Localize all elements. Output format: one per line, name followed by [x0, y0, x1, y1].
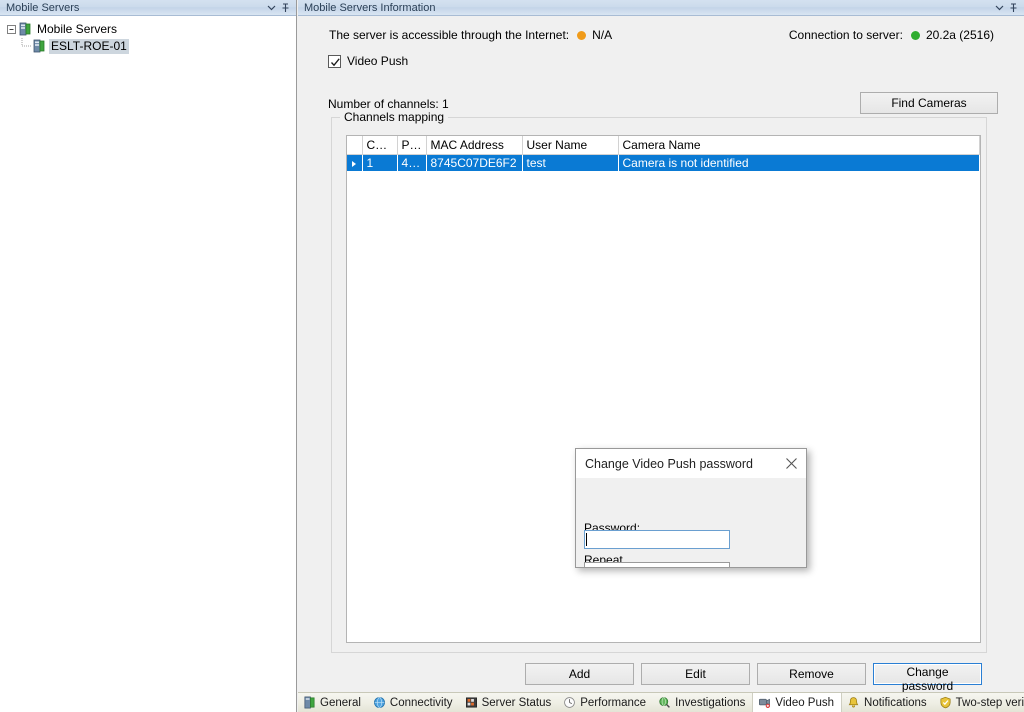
repeat-password-input[interactable] [584, 562, 730, 567]
channels-mapping-groupbox: Channels mapping Chan Port MAC Address U… [331, 110, 987, 653]
status-grid-icon [465, 697, 477, 708]
row-marker-icon [352, 160, 357, 167]
shield-icon [940, 696, 951, 709]
tab-investigations-label: Investigations [675, 696, 746, 709]
video-push-label: Video Push [347, 54, 409, 68]
connection-to-server-label: Connection to server: [788, 28, 903, 42]
tab-notifications[interactable]: Notifications [842, 693, 934, 712]
server-icon [19, 22, 31, 36]
tab-connectivity-label: Connectivity [389, 696, 453, 709]
checkmark-icon [331, 57, 340, 66]
tab-video-push-label: Video Push [775, 696, 835, 709]
table-header-row: Chan Port MAC Address User Name Camera N… [347, 136, 980, 155]
tab-notifications-label: Notifications [864, 696, 927, 709]
cell-user-name: test [522, 154, 619, 171]
dialog-title: Change Video Push password [585, 456, 753, 471]
column-header-rowselect[interactable] [347, 136, 363, 155]
gauge-icon [564, 697, 576, 708]
left-panel-caption-bar: Mobile Servers [0, 0, 296, 16]
cell-port: 400... [397, 154, 427, 171]
dialog-title-bar: Change Video Push password [576, 449, 806, 478]
tab-video-push[interactable]: Video Push [752, 693, 843, 712]
change-password-button[interactable]: Change password [873, 663, 982, 693]
video-push-icon [759, 698, 771, 708]
tab-two-step-verification[interactable]: Two-step verification [934, 693, 1024, 712]
internet-status-dot-icon [577, 30, 587, 40]
channels-mapping-title: Channels mapping [340, 110, 449, 124]
edit-button[interactable]: Edit [641, 663, 750, 685]
magnify-globe-icon [659, 697, 671, 708]
connection-status-dot-icon [910, 30, 920, 40]
pin-icon[interactable] [278, 1, 292, 15]
server-icon [33, 39, 45, 53]
bell-icon [848, 697, 859, 708]
tree-node-root-label: Mobile Servers [37, 21, 118, 36]
tree-node-server[interactable]: ESLT-ROE-01 [4, 38, 296, 54]
password-input[interactable] [584, 530, 730, 549]
tab-two-step-verification-label: Two-step verification [955, 696, 1024, 709]
tab-connectivity[interactable]: Connectivity [368, 693, 460, 712]
channels-table: Chan Port MAC Address User Name Camera N… [347, 136, 980, 171]
mobile-servers-tree[interactable]: Mobile Servers ESLT-ROE-01 [0, 16, 296, 54]
internet-accessibility-value: N/A [592, 28, 613, 42]
main-panel-body: The server is accessible through the Int… [298, 17, 1024, 693]
connection-to-server-status: Connection to server: 20.2a (2516) [789, 28, 994, 42]
row-marker-cell [347, 154, 363, 171]
globe-icon [373, 697, 385, 708]
column-header-user-name[interactable]: User Name [522, 136, 619, 155]
tab-investigations[interactable]: Investigations [653, 693, 752, 712]
tab-general-label: General [320, 696, 361, 709]
column-header-camera-name[interactable]: Camera Name [618, 136, 980, 155]
tree-elbow-icon [18, 38, 32, 54]
chevron-down-icon[interactable] [264, 1, 278, 15]
application-window: Mobile Servers Mobile Servers ESLT-ROE-0… [0, 0, 1024, 712]
add-button[interactable]: Add [525, 663, 634, 685]
main-panel-caption-bar: Mobile Servers Information [298, 0, 1024, 16]
find-cameras-button[interactable]: Find Cameras [860, 92, 998, 114]
table-row[interactable]: 1 400... 8745C07DE6F2 test Camera is not… [347, 154, 980, 171]
tree-node-server-label: ESLT-ROE-01 [49, 38, 129, 54]
text-caret [586, 533, 587, 546]
tab-performance-label: Performance [580, 696, 647, 709]
expander-collapse-icon[interactable] [4, 22, 18, 36]
tab-server-status[interactable]: Server Status [460, 693, 559, 712]
internet-accessibility-label: The server is accessible through the Int… [329, 28, 570, 42]
internet-accessibility-status: The server is accessible through the Int… [329, 28, 612, 42]
mobile-servers-information-panel: Mobile Servers Information The server is… [298, 0, 1024, 712]
number-of-channels-text: Number of channels: 1 [328, 97, 449, 111]
tab-performance[interactable]: Performance [558, 693, 653, 712]
bottom-tab-strip: General Connectivity Server Status Perfo… [298, 692, 1024, 712]
action-buttons-bar: Add Edit Remove Change password [525, 663, 989, 693]
chevron-down-icon[interactable] [992, 1, 1006, 15]
change-video-push-password-dialog: Change Video Push password Password: Rep… [575, 448, 807, 568]
column-header-channel[interactable]: Chan [362, 136, 398, 155]
column-header-port[interactable]: Port [397, 136, 427, 155]
server-status-line: The server is accessible through the Int… [329, 27, 1012, 43]
column-header-mac-address[interactable]: MAC Address [426, 136, 523, 155]
video-push-checkbox[interactable] [328, 54, 341, 68]
mobile-servers-dock-panel: Mobile Servers Mobile Servers ESLT-ROE-0… [0, 0, 297, 712]
dialog-body: Password: Repeat OK Cancel [576, 478, 806, 567]
video-push-checkbox-row[interactable]: Video Push [328, 54, 408, 68]
tab-general[interactable]: General [298, 693, 368, 712]
left-panel-title: Mobile Servers [6, 1, 80, 14]
connection-to-server-value: 20.2a (2516) [925, 28, 994, 42]
pin-icon[interactable] [1006, 1, 1020, 15]
cell-camera-name: Camera is not identified [618, 154, 980, 171]
remove-button[interactable]: Remove [757, 663, 866, 685]
cell-mac-address: 8745C07DE6F2 [426, 154, 523, 171]
cell-channel: 1 [362, 154, 398, 171]
main-panel-title: Mobile Servers Information [304, 1, 436, 14]
server-icon [304, 696, 315, 709]
close-icon[interactable] [776, 450, 806, 478]
tab-server-status-label: Server Status [481, 696, 552, 709]
tree-node-root[interactable]: Mobile Servers [4, 21, 296, 37]
